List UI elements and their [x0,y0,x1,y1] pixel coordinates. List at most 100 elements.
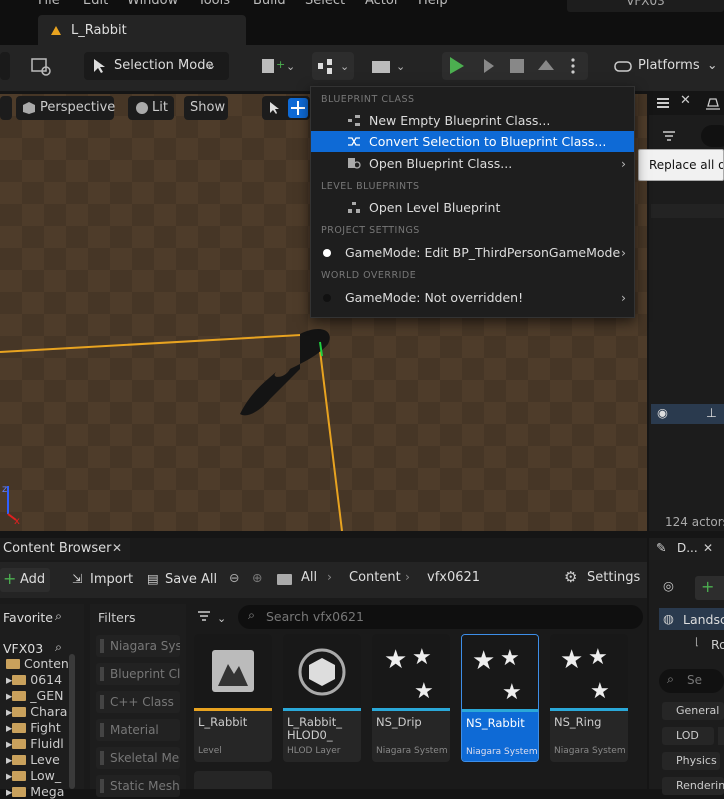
menu-item-gamemode-edit[interactable]: GameMode: Edit BP_ThirdPersonGameMode › [311,242,634,263]
tree-item[interactable]: ▸ Fight [6,720,61,735]
dot-icon [323,294,331,302]
landscape-icon: ◍ [663,611,674,626]
filter-cpp-class[interactable]: C++ Class [96,691,180,713]
content-browser-tab[interactable]: Content Browser ✕ [0,538,130,560]
close-icon[interactable]: ✕ [703,541,713,555]
chevron-right-icon: › [405,569,410,584]
menu-item-label: Open Level Blueprint [369,200,501,215]
tree-item[interactable]: ▸ 0614 [6,672,62,687]
settings-button[interactable]: Settings [587,570,640,585]
cinematics-button[interactable]: ⌄ [366,52,410,80]
select-icon[interactable] [268,101,280,115]
asset-type: Level [198,746,222,756]
subcomponent-label[interactable]: Ro [711,637,724,652]
filter-skeletal-mesh[interactable]: Skeletal Me [96,747,180,769]
pin-icon[interactable]: ⊥ [706,405,717,420]
menu-select[interactable]: Select [305,0,345,8]
details-search-input[interactable]: ⌕ Se [659,669,724,693]
save-icon[interactable] [0,52,10,80]
details-filter-general[interactable]: General [662,702,724,720]
niagara-thumbnail: ★ ★ ★ [550,634,628,708]
tree-item[interactable]: ▸ Mega [6,784,64,799]
import-button[interactable]: ⇲ Import [70,568,133,592]
menu-build[interactable]: Build [253,0,286,8]
breadcrumb-all[interactable]: All [301,570,317,585]
tree-item[interactable]: Conten [6,656,69,671]
tooltip: Replace all of [638,149,724,181]
outliner-column-header: ◉ ⊥ [651,404,724,424]
details-filter-rendering[interactable]: Rendering [662,777,724,795]
level-tab[interactable]: L_Rabbit [38,15,246,45]
menu-item-open-level-blueprint[interactable]: Open Level Blueprint [311,197,634,218]
blueprint-button[interactable]: ⌄ [312,52,354,80]
back-icon[interactable]: ⊖ [229,570,239,585]
show-button[interactable]: Show [184,96,228,120]
section-header-level-blueprints: LEVEL BLUEPRINTS [321,181,420,192]
filter-blueprint-class[interactable]: Blueprint Cla [96,663,180,685]
add-actor-button[interactable]: + ⌄ [258,52,298,80]
tree-item[interactable]: ▸ Chara [6,704,67,719]
menu-window[interactable]: Window [127,0,178,8]
selection-mode-dropdown[interactable]: Selection Mode ⌄ [84,52,229,80]
menu-item-new-empty-blueprint[interactable]: New Empty Blueprint Class... [311,110,634,131]
perspective-button[interactable]: Perspective [16,96,115,120]
filter-icon[interactable]: ⌄ [197,610,227,624]
asset-tile[interactable]: ★ ★ ★ NS_Drip Niagara System [372,634,450,762]
lit-button[interactable]: Lit [128,96,174,120]
viewport-options-button[interactable] [0,96,12,120]
menu-item-open-blueprint-class[interactable]: Open Blueprint Class... › [311,153,634,174]
menu-actor[interactable]: Actor [365,0,399,8]
transform-tools [262,96,310,120]
search-icon[interactable]: ⌕ [55,639,62,655]
filter-static-mesh[interactable]: Static Mesh [96,775,180,797]
filter-material[interactable]: Material [96,719,180,741]
details-tab[interactable]: ✎ D... ✕ [649,538,724,560]
eye-icon[interactable]: ◉ [657,405,668,420]
asset-name: NS_Ring [554,716,602,729]
menu-tools[interactable]: Tools [198,0,230,8]
menu-file[interactable]: File [38,0,60,8]
breadcrumb-content[interactable]: Content [349,570,401,585]
forward-icon[interactable]: ⊕ [252,570,262,585]
asset-tile-selected[interactable]: ★ ★ ★ NS_Rabbit Niagara System [461,634,539,762]
menu-edit[interactable]: Edit [83,0,108,8]
content-browser-icon[interactable] [24,52,60,80]
tree-item[interactable]: ▸ _GEN [6,688,63,703]
details-filter-physics[interactable]: Physics [662,752,720,770]
list-icon [657,98,669,108]
scrollbar[interactable] [69,654,75,789]
close-icon[interactable]: ✕ [112,541,122,555]
filter-niagara-system[interactable]: Niagara Sys [96,635,180,657]
details-filter-more[interactable] [718,727,724,745]
save-all-button[interactable]: ▤ Save All [146,568,217,592]
chevron-down-icon: ⌄ [707,57,718,72]
asset-tile[interactable]: L_Rabbit Level [194,634,272,762]
filter-icon[interactable] [662,130,684,142]
close-icon[interactable]: ✕ [680,93,691,108]
outliner-search-input[interactable] [701,125,724,147]
move-icon[interactable] [288,98,308,118]
lit-label: Lit [152,100,168,115]
menu-item-convert-selection[interactable]: Convert Selection to Blueprint Class... [311,131,634,152]
menu-item-gamemode-world[interactable]: GameMode: Not overridden! › [311,287,634,308]
details-search-placeholder: Se [687,673,702,687]
component-landscape[interactable]: ◍ Landsc [659,608,724,630]
tree-item[interactable]: ▸ Leve [6,752,60,767]
details-add-button[interactable]: + [695,576,724,600]
asset-tile[interactable]: L_Rabbit_ HLOD0_ HLOD Layer [283,634,361,762]
eject-icon [538,60,554,70]
add-button[interactable]: + Add [0,568,50,592]
tree-item[interactable]: ▸ Low_ [6,768,61,783]
second-panel-tab[interactable] [700,91,724,115]
asset-tile[interactable]: ★ ★ ★ NS_Ring Niagara System [550,634,628,762]
outliner-row[interactable] [651,204,724,218]
platforms-button[interactable]: Platforms ⌄ [608,52,724,80]
details-filter-lod[interactable]: LOD [662,727,714,745]
level-thumbnail [194,634,272,708]
tree-item[interactable]: ▸ Fluidl [6,736,64,751]
asset-tile[interactable] [194,771,272,789]
breadcrumb-folder[interactable]: vfx0621 [427,570,480,585]
menu-help[interactable]: Help [418,0,448,8]
search-icon[interactable]: ⌕ [55,608,62,624]
asset-search-input[interactable]: ⌕ Search vfx0621 [238,605,643,629]
